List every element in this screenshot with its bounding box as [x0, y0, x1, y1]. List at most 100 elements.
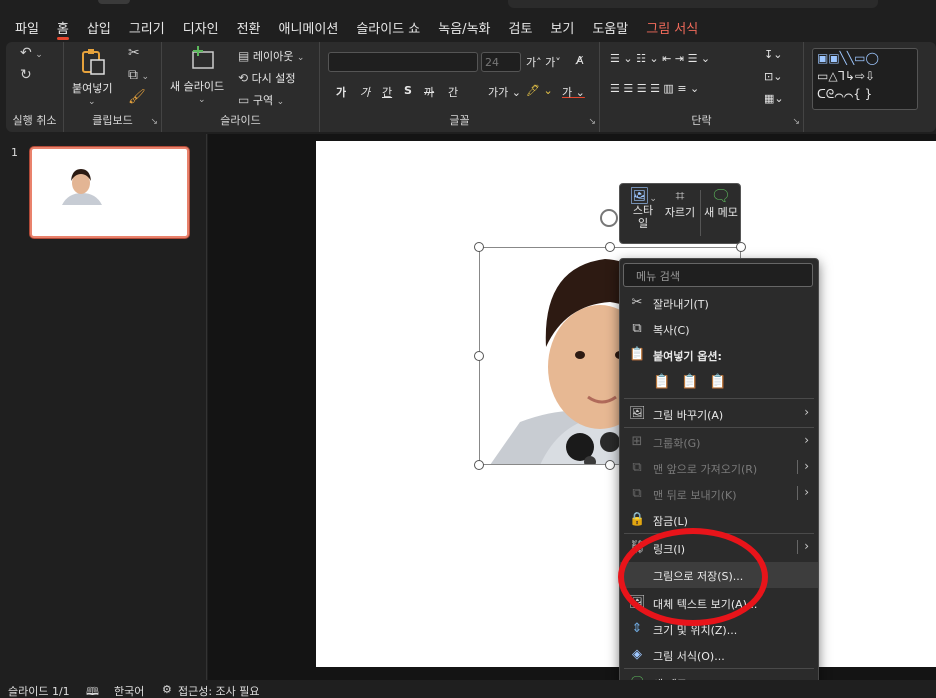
- resize-handle-top-left[interactable]: [474, 242, 484, 252]
- resize-handle-top[interactable]: [605, 242, 615, 252]
- tab-home[interactable]: 홈: [48, 16, 78, 42]
- highlight-circle-annotation: [618, 528, 768, 626]
- menu-divider: [624, 398, 814, 399]
- group-slides: 새 슬라이드 ⌄ ▤ 레이아웃 ⌄ ⟲ 다시 설정 ▭ 구역 ⌄ 슬라이드: [162, 42, 320, 132]
- accessibility-icon[interactable]: ⚙: [162, 683, 172, 696]
- font-name-input[interactable]: [328, 52, 478, 72]
- tab-transitions[interactable]: 전환: [228, 16, 270, 42]
- menu-divider: [624, 668, 814, 669]
- menu-split-divider: [797, 460, 798, 474]
- tab-help[interactable]: 도움말: [583, 16, 637, 42]
- menu-item-cut[interactable]: ✂ 잘라내기(T): [620, 290, 818, 316]
- menu-item-lock[interactable]: 🔒 잠금(L): [620, 507, 818, 533]
- menu-item-send-back[interactable]: ⧉ 맨 뒤로 보내기(K) ›: [620, 481, 818, 507]
- menu-search-input[interactable]: 메뉴 검색: [623, 263, 813, 287]
- accessibility-status[interactable]: 접근성: 조사 필요: [178, 683, 260, 698]
- menu-item-change-picture[interactable]: 🖼 그림 바꾸기(A) ›: [620, 401, 818, 427]
- bullets-icon[interactable]: ☰ ⌄ ☷ ⌄ ⇤ ⇥ ☰ ⌄: [610, 52, 710, 65]
- shapes-row-icon[interactable]: ▣▣╲╲▭◯: [817, 51, 879, 65]
- change-case-icon[interactable]: 가가 ⌄: [488, 84, 521, 100]
- tab-draw[interactable]: 그리기: [120, 16, 174, 42]
- font-color-icon[interactable]: 가 ⌄: [562, 84, 585, 100]
- chevron-right-icon: ›: [804, 459, 809, 473]
- menu-item-label: 그룹화(G): [653, 437, 701, 450]
- redo-icon[interactable]: ↻: [20, 68, 32, 82]
- strikethrough-button[interactable]: 까: [424, 84, 434, 100]
- spacing-button[interactable]: 간: [448, 84, 458, 100]
- quick-access-shape: [98, 0, 130, 4]
- search-bar-shape[interactable]: [508, 0, 878, 8]
- menu-item-label: 복사(C): [653, 324, 690, 337]
- format-painter-icon[interactable]: 🖌: [128, 90, 146, 104]
- style-button[interactable]: 🖼⌄ 스타일: [624, 188, 662, 231]
- shadow-button[interactable]: S: [404, 84, 412, 97]
- mini-toolbar: 🖼⌄ 스타일 ⌗ 자르기 🗨 새 메모: [619, 183, 741, 244]
- font-size-input[interactable]: 24: [481, 52, 521, 72]
- bold-button[interactable]: 가: [336, 84, 346, 100]
- spellcheck-icon[interactable]: 🕮: [86, 683, 99, 698]
- undo-icon[interactable]: ↶ ⌄: [20, 46, 43, 60]
- copy-icon[interactable]: ⧉ ⌄: [128, 68, 149, 82]
- tab-file[interactable]: 파일: [6, 16, 48, 42]
- font-launcher-icon[interactable]: ↘: [588, 117, 596, 127]
- resize-handle-bottom-left[interactable]: [474, 460, 484, 470]
- align-text-icon[interactable]: ⊡⌄: [764, 70, 782, 83]
- tab-insert[interactable]: 삽입: [78, 16, 120, 42]
- rotate-handle-icon[interactable]: [600, 209, 618, 227]
- language-status[interactable]: 한국어: [114, 683, 144, 698]
- paste-icon[interactable]: [80, 48, 106, 79]
- resize-handle-bottom[interactable]: [605, 460, 615, 470]
- tab-animations[interactable]: 애니메이션: [270, 16, 348, 42]
- tab-view[interactable]: 보기: [541, 16, 583, 42]
- menu-item-paste-options: 📋 붙여넣기 옵션:: [620, 342, 818, 368]
- section-button[interactable]: ▭ 구역 ⌄: [238, 92, 284, 108]
- clipboard-launcher-icon[interactable]: ↘: [150, 117, 158, 127]
- reset-label: 다시 설정: [251, 72, 296, 85]
- tab-review[interactable]: 검토: [500, 16, 542, 42]
- cut-icon: ✂: [631, 295, 643, 310]
- slide-thumbnail[interactable]: [30, 147, 189, 238]
- tab-slideshow[interactable]: 슬라이드 쇼: [347, 16, 429, 42]
- new-slide-icon[interactable]: [190, 46, 216, 73]
- menu-item-label: 맨 앞으로 가져오기(R): [653, 463, 758, 476]
- new-comment-label: 새 메모: [704, 206, 738, 219]
- tab-picture-format[interactable]: 그림 서식: [637, 16, 707, 42]
- group-label-font: 글꼴: [449, 114, 470, 127]
- menu-item-label: 맨 뒤로 보내기(K): [653, 489, 737, 502]
- paragraph-launcher-icon[interactable]: ↘: [792, 117, 800, 127]
- paste-keep-formatting-icon[interactable]: 📋: [652, 374, 672, 394]
- menu-item-format-picture[interactable]: ◈ 그림 서식(O)...: [620, 642, 818, 668]
- paste-dropdown-icon[interactable]: ⌄: [88, 94, 96, 107]
- paste-text-only-icon[interactable]: 📋: [708, 374, 728, 394]
- menu-item-group[interactable]: ⊞ 그룹화(G) ›: [620, 429, 818, 455]
- group-icon: ⊞: [631, 434, 643, 449]
- tab-record[interactable]: 녹음/녹화: [429, 16, 499, 42]
- italic-button[interactable]: 가: [360, 84, 370, 100]
- thumbnail-photo-image: [60, 167, 104, 205]
- shapes-row-icon[interactable]: ▭△ᒣ↳⇨⇩: [817, 69, 875, 83]
- menu-item-bring-front[interactable]: ⧉ 맨 앞으로 가져오기(R) ›: [620, 455, 818, 481]
- menu-item-copy[interactable]: ⧉ 복사(C): [620, 316, 818, 342]
- shapes-gallery[interactable]: ▣▣╲╲▭◯ ▭△ᒣ↳⇨⇩ ᑕᘓ⌒⌒{ }: [812, 48, 918, 110]
- crop-button[interactable]: ⌗ 자르기: [662, 188, 698, 220]
- cut-icon[interactable]: ✂: [128, 46, 140, 60]
- tab-design[interactable]: 디자인: [174, 16, 228, 42]
- reset-button[interactable]: ⟲ 다시 설정: [238, 70, 296, 86]
- chevron-right-icon: ›: [804, 433, 809, 447]
- change-picture-icon: 🖼: [629, 406, 646, 421]
- paste-picture-icon[interactable]: 📋: [680, 374, 700, 394]
- text-direction-icon[interactable]: ↧⌄: [764, 48, 782, 61]
- grow-font-icon[interactable]: 가˄ 가˅: [526, 54, 561, 70]
- smartart-icon[interactable]: ▦⌄: [764, 92, 784, 105]
- highlight-icon[interactable]: 🖊 ⌄: [526, 84, 553, 97]
- send-back-icon: ⧉: [632, 486, 642, 501]
- align-left-icon[interactable]: ☰ ☰ ☰ ☰ ▥ ≡ ⌄: [610, 82, 699, 95]
- resize-handle-left[interactable]: [474, 351, 484, 361]
- underline-button[interactable]: 간: [382, 84, 392, 100]
- layout-button[interactable]: ▤ 레이아웃 ⌄: [238, 48, 304, 64]
- new-comment-button[interactable]: 🗨 새 메모: [701, 188, 741, 220]
- new-slide-dropdown-icon[interactable]: ⌄: [198, 92, 206, 105]
- shapes-row-icon[interactable]: ᑕᘓ⌒⌒{ }: [817, 87, 872, 102]
- clear-format-icon[interactable]: A̸: [576, 54, 584, 67]
- crop-label: 자르기: [664, 206, 696, 219]
